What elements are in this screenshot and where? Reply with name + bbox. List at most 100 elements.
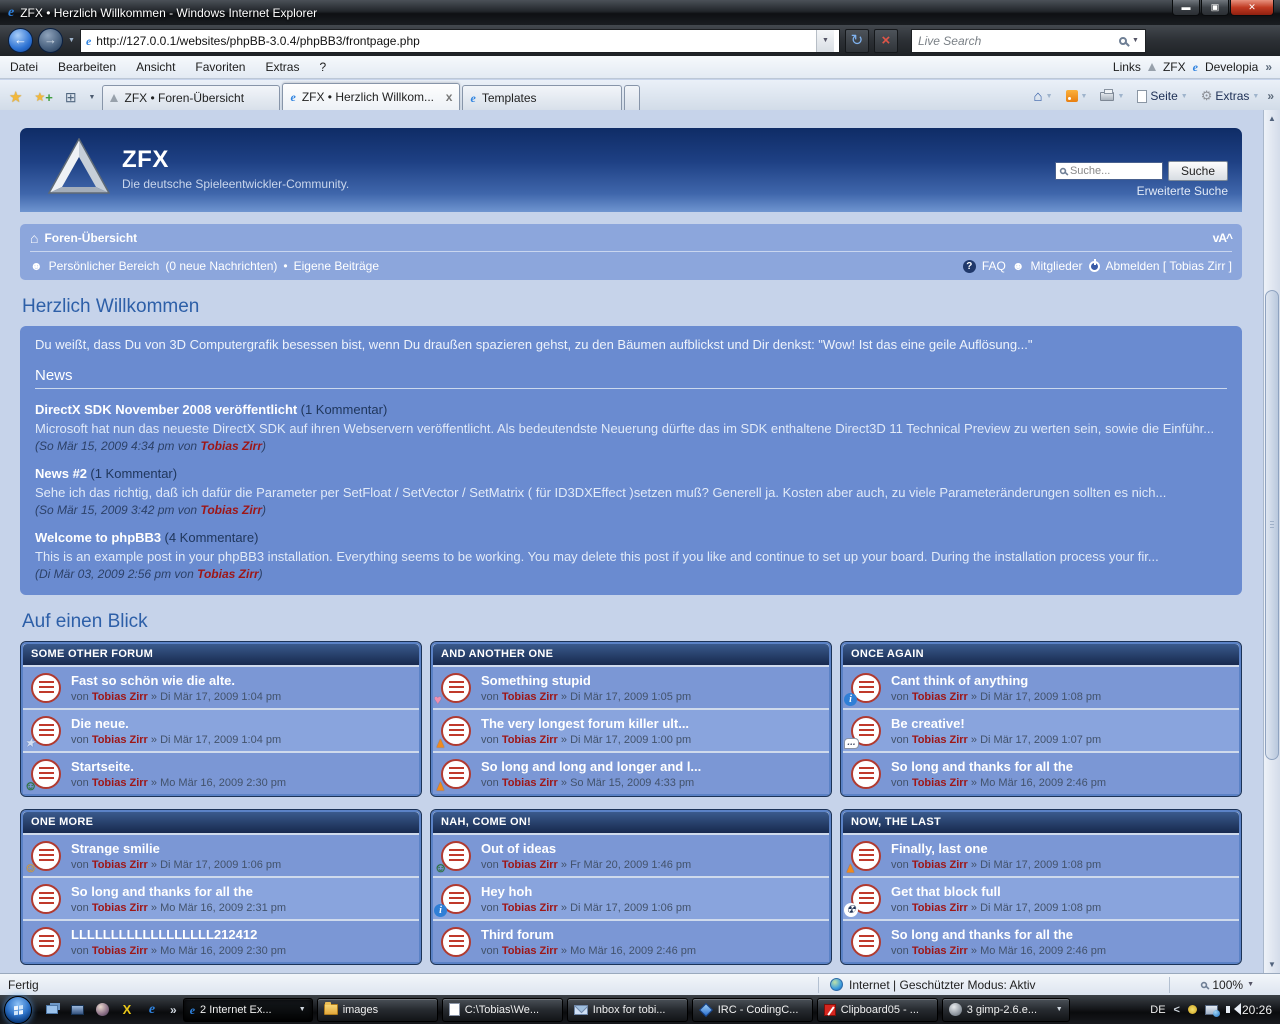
- menu-bearbeiten[interactable]: Bearbeiten: [48, 57, 126, 77]
- author-link[interactable]: Tobias Zirr: [92, 945, 148, 957]
- stop-button[interactable]: ×: [874, 29, 898, 53]
- author-link[interactable]: Tobias Zirr: [502, 734, 558, 746]
- vertical-scrollbar[interactable]: ▲ ▼: [1263, 110, 1280, 973]
- favorites-star-icon[interactable]: ★: [4, 84, 27, 110]
- new-messages-count[interactable]: (0 neue Nachrichten): [165, 259, 277, 273]
- news-title-link[interactable]: DirectX SDK November 2008 veröffentlicht: [35, 402, 297, 417]
- tab-foren-uebersicht[interactable]: ZFX • Foren-Übersicht: [102, 85, 280, 110]
- page-menu-button[interactable]: Seite▼: [1132, 87, 1192, 105]
- add-favorite-button[interactable]: ★+: [29, 84, 57, 110]
- start-button[interactable]: [4, 996, 32, 1024]
- links-developia[interactable]: Developia: [1205, 60, 1258, 74]
- commandbar-overflow-chevron[interactable]: »: [1267, 89, 1274, 103]
- back-button[interactable]: ←: [8, 28, 33, 53]
- tools-menu-button[interactable]: ⚙Extras▼: [1196, 86, 1265, 106]
- live-search-input[interactable]: [918, 34, 1114, 48]
- zoom-level[interactable]: 100%: [1212, 978, 1243, 992]
- topic-link[interactable]: Fast so schön wie die alte.: [71, 673, 281, 688]
- topic-link[interactable]: Third forum: [481, 927, 696, 942]
- menu-datei[interactable]: Datei: [0, 57, 48, 77]
- author-link[interactable]: Tobias Zirr: [92, 902, 148, 914]
- forum-box-header[interactable]: AND ANOTHER ONE: [433, 644, 829, 665]
- topic-link[interactable]: Startseite.: [71, 759, 286, 774]
- keyboard-language[interactable]: DE: [1150, 1004, 1165, 1016]
- topic-link[interactable]: LLLLLLLLLLLLLLLLLL212412: [71, 927, 286, 942]
- topic-link[interactable]: So long and thanks for all the: [71, 884, 286, 899]
- topic-link[interactable]: The very longest forum killer ult...: [481, 716, 691, 731]
- author-link[interactable]: Tobias Zirr: [912, 734, 968, 746]
- news-title-link[interactable]: Welcome to phpBB3: [35, 530, 161, 545]
- minimize-button[interactable]: ▬: [1172, 0, 1200, 16]
- tab-herzlich-willkommen[interactable]: e ZFX • Herzlich Willkom... x: [282, 83, 460, 110]
- author-link[interactable]: Tobias Zirr: [502, 777, 558, 789]
- topic-link[interactable]: Something stupid: [481, 673, 691, 688]
- topic-link[interactable]: So long and thanks for all the: [891, 927, 1106, 942]
- topic-link[interactable]: Die neue.: [71, 716, 281, 731]
- address-field[interactable]: e http://127.0.0.1/websites/phpBB-3.0.4/…: [80, 29, 840, 53]
- author-link[interactable]: Tobias Zirr: [92, 777, 148, 789]
- members-link[interactable]: Mitglieder: [1030, 259, 1082, 273]
- topic-link[interactable]: Hey hoh: [481, 884, 691, 899]
- topic-link[interactable]: Finally, last one: [891, 841, 1101, 856]
- taskbar-button-mail[interactable]: Inbox for tobi...: [567, 998, 688, 1022]
- sphere-app-icon[interactable]: [94, 1002, 110, 1018]
- window-titlebar[interactable]: e ZFX • Herzlich Willkommen - Windows In…: [0, 0, 1280, 25]
- author-link[interactable]: Tobias Zirr: [197, 567, 259, 581]
- menu-extras[interactable]: Extras: [255, 57, 309, 77]
- links-zfx[interactable]: ZFX: [1163, 60, 1186, 74]
- taskbar-button-notepad[interactable]: C:\Tobias\We...: [442, 998, 563, 1022]
- author-link[interactable]: Tobias Zirr: [502, 902, 558, 914]
- author-link[interactable]: Tobias Zirr: [92, 859, 148, 871]
- tray-overflow-chevron[interactable]: <: [1174, 1004, 1180, 1016]
- author-link[interactable]: Tobias Zirr: [912, 902, 968, 914]
- own-posts-link[interactable]: Eigene Beiträge: [294, 259, 379, 273]
- topic-link[interactable]: Get that block full: [891, 884, 1101, 899]
- news-title-link[interactable]: News #2: [35, 466, 87, 481]
- author-link[interactable]: Tobias Zirr: [502, 859, 558, 871]
- scroll-down-arrow[interactable]: ▼: [1264, 956, 1280, 973]
- taskbar-button-images[interactable]: images: [317, 998, 438, 1022]
- forum-search-box[interactable]: [1055, 162, 1163, 180]
- font-size-toggle[interactable]: vA^: [1213, 231, 1232, 245]
- search-icon[interactable]: [1119, 37, 1127, 45]
- address-dropdown[interactable]: ▼: [816, 30, 834, 52]
- forum-box-header[interactable]: SOME OTHER FORUM: [23, 644, 419, 665]
- author-link[interactable]: Tobias Zirr: [92, 691, 148, 703]
- zoom-dropdown[interactable]: ▼: [1247, 981, 1254, 988]
- url-text[interactable]: http://127.0.0.1/websites/phpBB-3.0.4/ph…: [96, 34, 811, 48]
- author-link[interactable]: Tobias Zirr: [912, 777, 968, 789]
- network-icon[interactable]: [1205, 1005, 1218, 1015]
- site-title[interactable]: ZFX: [122, 146, 349, 174]
- breadcrumb-forum-overview[interactable]: Foren-Übersicht: [44, 231, 137, 245]
- menu-hilfe[interactable]: ?: [309, 57, 336, 77]
- author-link[interactable]: Tobias Zirr: [912, 945, 968, 957]
- taskbar-button-gimp[interactable]: 3 gimp-2.6.e...▼: [942, 998, 1070, 1022]
- tab-list-dropdown[interactable]: ▼: [84, 84, 101, 110]
- tab-close-icon[interactable]: x: [446, 90, 453, 104]
- refresh-button[interactable]: ↻: [845, 29, 869, 53]
- forum-box-header[interactable]: ONCE AGAIN: [843, 644, 1239, 665]
- feeds-button[interactable]: ▼: [1061, 88, 1093, 104]
- author-link[interactable]: Tobias Zirr: [92, 734, 148, 746]
- author-link[interactable]: Tobias Zirr: [912, 691, 968, 703]
- forward-button[interactable]: →: [38, 28, 63, 53]
- topic-link[interactable]: Cant think of anything: [891, 673, 1101, 688]
- menu-favoriten[interactable]: Favoriten: [185, 57, 255, 77]
- history-dropdown[interactable]: ▼: [68, 37, 75, 44]
- topic-link[interactable]: Strange smilie: [71, 841, 281, 856]
- zfx-logo[interactable]: [48, 138, 110, 196]
- author-link[interactable]: Tobias Zirr: [502, 945, 558, 957]
- print-button[interactable]: ▼: [1095, 90, 1129, 103]
- zoom-control[interactable]: 100% ▼: [1200, 978, 1254, 992]
- forum-box-header[interactable]: ONE MORE: [23, 812, 419, 833]
- remote-desktop-icon[interactable]: [69, 1002, 85, 1018]
- author-link[interactable]: Tobias Zirr: [200, 503, 262, 517]
- search-options-dropdown[interactable]: ▼: [1132, 37, 1139, 44]
- taskbar-button-internet-explorer[interactable]: e 2 Internet Ex...▼: [183, 998, 313, 1022]
- topic-link[interactable]: So long and thanks for all the: [891, 759, 1106, 774]
- maximize-button[interactable]: ▣: [1201, 0, 1229, 16]
- ie-icon[interactable]: e: [144, 1002, 160, 1018]
- quick-tabs-icon[interactable]: ⊞: [60, 84, 82, 110]
- scroll-up-arrow[interactable]: ▲: [1264, 110, 1280, 127]
- author-link[interactable]: Tobias Zirr: [502, 691, 558, 703]
